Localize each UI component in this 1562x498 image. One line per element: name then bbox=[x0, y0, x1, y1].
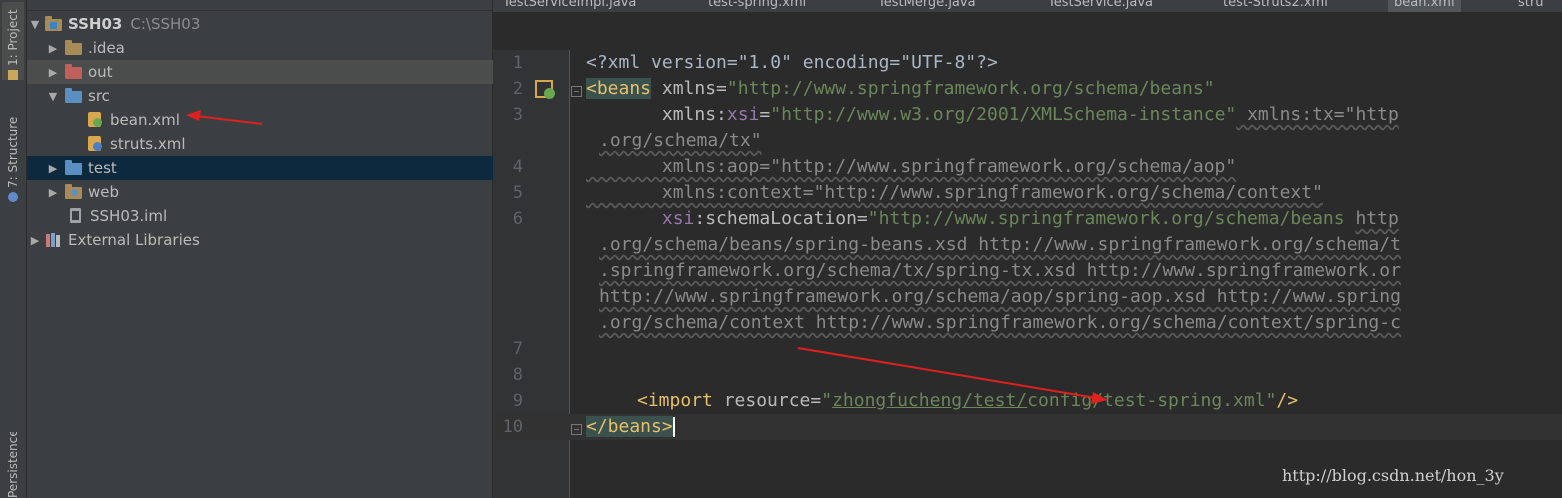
annotation-arrows bbox=[186, 110, 1108, 404]
annotation-arrow-1 bbox=[195, 115, 263, 125]
annotation-arrow-2 bbox=[797, 347, 1097, 399]
arrowhead-icon bbox=[1091, 392, 1108, 404]
arrowhead-icon bbox=[186, 110, 201, 121]
watermark: http://blog.csdn.net/hon_3y bbox=[1282, 466, 1504, 485]
